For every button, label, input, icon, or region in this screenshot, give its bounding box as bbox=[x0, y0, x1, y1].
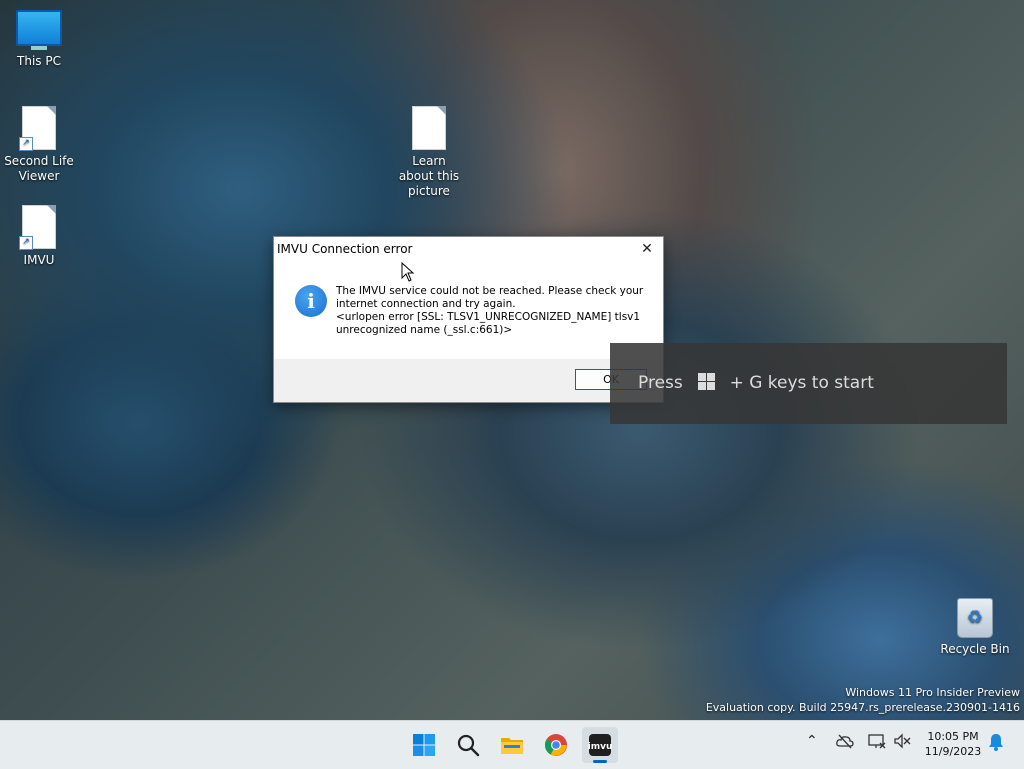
bell-icon bbox=[989, 734, 1003, 751]
desktop-icon-this-pc[interactable]: This PC bbox=[1, 10, 77, 69]
file-explorer-button[interactable] bbox=[494, 727, 530, 763]
network-tray-button[interactable] bbox=[868, 733, 886, 753]
dialog-error-detail: <urlopen error [SSL: TLSV1_UNRECOGNIZED_… bbox=[336, 311, 641, 336]
taskbar-clock[interactable]: 10:05 PM 11/9/2023 bbox=[918, 729, 988, 759]
folder-icon bbox=[501, 738, 523, 754]
clock-time: 10:05 PM bbox=[927, 730, 979, 743]
document-icon: ↗ bbox=[19, 205, 56, 250]
shortcut-arrow-icon: ↗ bbox=[19, 137, 33, 151]
mouse-cursor-icon bbox=[401, 262, 415, 282]
desktop-icon-label: Recycle Bin bbox=[940, 642, 1010, 656]
desktop-icon-learn-about-picture[interactable]: Learn about this picture bbox=[391, 106, 467, 199]
desktop-icon-recycle-bin[interactable]: ♻ Recycle Bin bbox=[937, 598, 1013, 657]
windows-logo-icon bbox=[413, 734, 435, 756]
network-icon bbox=[868, 734, 886, 749]
dialog-title: IMVU Connection error bbox=[277, 242, 413, 256]
monitor-icon bbox=[16, 10, 62, 50]
chrome-icon bbox=[545, 734, 567, 756]
start-button[interactable] bbox=[406, 727, 442, 763]
desktop-icon-label: Second Life Viewer bbox=[4, 154, 74, 183]
imvu-app-icon: imvu bbox=[588, 734, 612, 756]
cloud-offline-icon bbox=[836, 734, 854, 749]
close-button[interactable]: ✕ bbox=[637, 239, 657, 259]
chevron-up-icon: ⌃ bbox=[806, 733, 818, 749]
imvu-error-dialog: IMVU Connection error ✕ i The IMVU servi… bbox=[273, 236, 664, 403]
close-icon: ✕ bbox=[641, 241, 653, 257]
game-bar-keys-label: + G keys to start bbox=[729, 373, 874, 393]
search-icon bbox=[457, 734, 480, 757]
show-hidden-icons-button[interactable]: ⌃ bbox=[806, 733, 818, 749]
windows-watermark: Windows 11 Pro Insider Preview Evaluatio… bbox=[706, 685, 1020, 715]
desktop-icon-label: IMVU bbox=[23, 253, 55, 267]
desktop-icon-imvu[interactable]: ↗ IMVU bbox=[1, 205, 77, 268]
dialog-body: i The IMVU service could not be reached.… bbox=[274, 261, 663, 359]
svg-text:imvu: imvu bbox=[588, 742, 612, 752]
chrome-button[interactable] bbox=[538, 727, 574, 763]
game-bar-press-label: Press bbox=[638, 373, 683, 393]
notifications-button[interactable] bbox=[988, 733, 1004, 755]
taskbar: imvu ⌃ 10:05 PM 11/9/2023 bbox=[0, 720, 1024, 769]
dialog-titlebar[interactable]: IMVU Connection error ✕ bbox=[274, 237, 663, 261]
onedrive-tray-button[interactable] bbox=[836, 733, 854, 753]
volume-tray-button[interactable] bbox=[894, 733, 912, 753]
recycle-bin-icon: ♻ bbox=[957, 598, 993, 638]
dialog-footer: OK bbox=[274, 359, 663, 402]
active-app-indicator bbox=[593, 760, 607, 763]
clock-date: 11/9/2023 bbox=[924, 745, 982, 758]
shortcut-arrow-icon: ↗ bbox=[19, 236, 33, 250]
document-icon: ↗ bbox=[19, 106, 56, 151]
volume-muted-icon bbox=[894, 733, 911, 749]
document-icon bbox=[412, 106, 446, 150]
watermark-edition: Windows 11 Pro Insider Preview bbox=[845, 686, 1020, 699]
windows-key-icon bbox=[698, 373, 716, 391]
imvu-taskbar-button[interactable]: imvu bbox=[582, 727, 618, 763]
dialog-message-text: The IMVU service could not be reached. P… bbox=[336, 285, 644, 310]
info-icon: i bbox=[295, 285, 327, 317]
watermark-build: Evaluation copy. Build 25947.rs_prerelea… bbox=[705, 701, 1020, 714]
game-bar-hint: Press + G keys to start bbox=[610, 343, 1007, 424]
dialog-message: The IMVU service could not be reached. P… bbox=[336, 285, 651, 337]
search-button[interactable] bbox=[450, 727, 486, 763]
game-bar-hint-text: Press + G keys to start bbox=[638, 373, 874, 393]
desktop-icon-label: Learn about this picture bbox=[398, 154, 460, 198]
desktop-icon-second-life[interactable]: ↗ Second Life Viewer bbox=[1, 106, 77, 184]
desktop-icon-label: This PC bbox=[17, 54, 61, 68]
